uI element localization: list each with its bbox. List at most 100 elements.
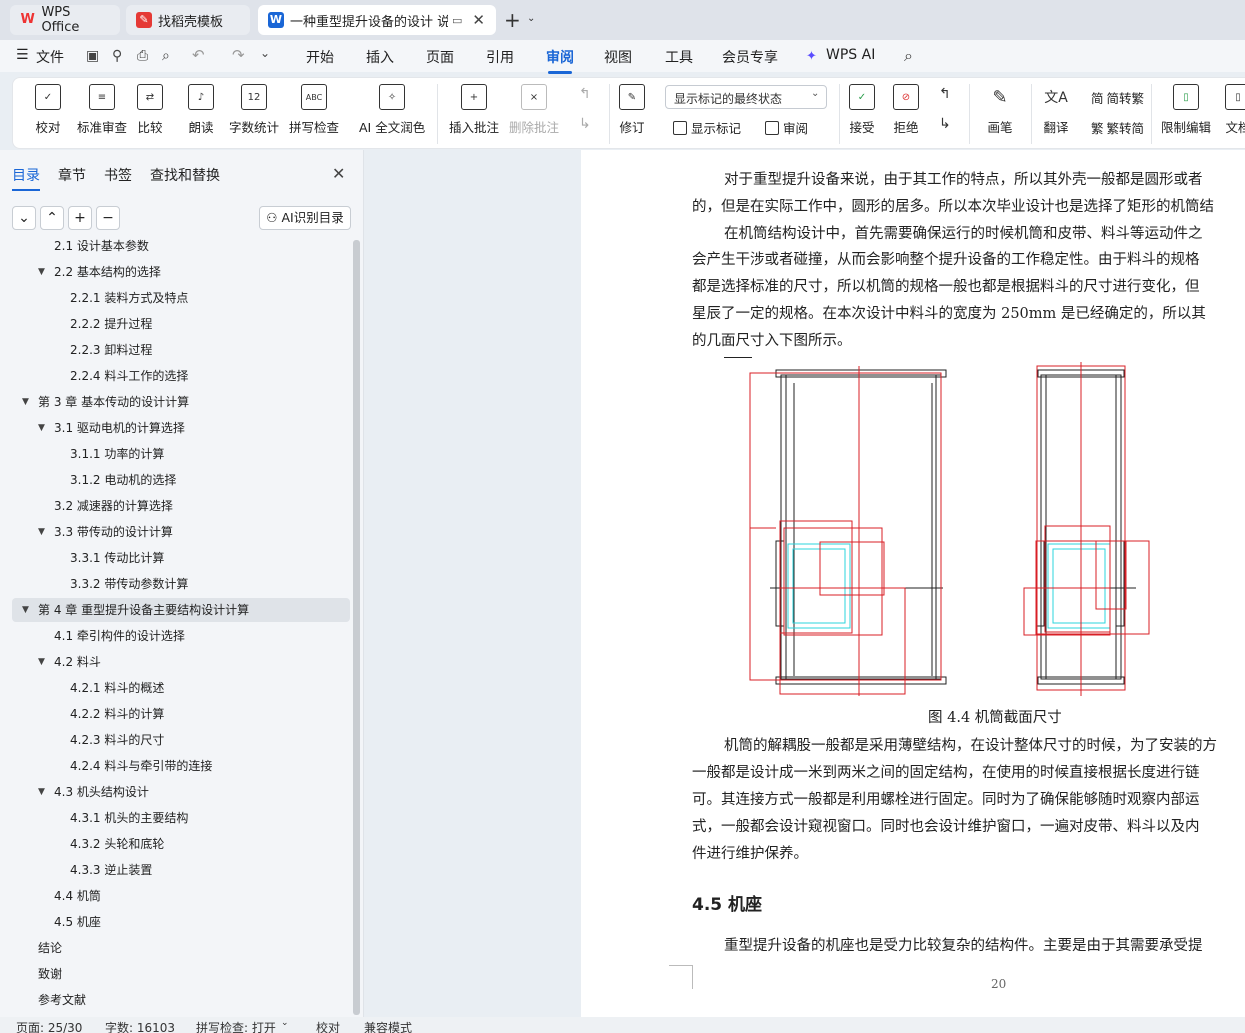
- toc-item[interactable]: 3.2 减速器的计算选择: [54, 494, 173, 518]
- show-markup-button[interactable]: 显示标记: [673, 118, 741, 137]
- track-changes-button[interactable]: ✎ 修订: [619, 84, 645, 136]
- spell-check-button[interactable]: ABC 拼写检查: [289, 84, 339, 136]
- toc-item[interactable]: 3.1.1 功率的计算: [70, 442, 164, 466]
- menu-view[interactable]: 视图: [604, 47, 632, 67]
- reject-button[interactable]: ⊘ 拒绝: [893, 84, 919, 136]
- word-count-button[interactable]: 12 字数统计: [229, 84, 279, 136]
- nav-tab-chapter[interactable]: 章节: [58, 165, 86, 185]
- toc-item[interactable]: 4.2 料斗: [54, 650, 101, 674]
- new-tab-button[interactable]: +: [504, 8, 521, 32]
- toc-item[interactable]: 4.5 机座: [54, 910, 101, 934]
- menu-home[interactable]: 开始: [306, 47, 334, 67]
- toc-item[interactable]: 4.1 牵引构件的设计选择: [54, 624, 185, 648]
- more-chevron-icon[interactable]: ⌄: [260, 46, 270, 60]
- to-traditional-button[interactable]: 简简转繁: [1091, 88, 1144, 107]
- toc-item[interactable]: 3.3 带传动的设计计算: [54, 520, 173, 544]
- hamburger-icon[interactable]: ☰: [16, 47, 29, 63]
- expand-triangle-icon[interactable]: ▼: [38, 416, 45, 440]
- nav-tab-bookmark[interactable]: 书签: [104, 165, 132, 185]
- expand-triangle-icon[interactable]: ▼: [38, 650, 45, 674]
- proofread-status[interactable]: 校对: [316, 1019, 340, 1033]
- search-icon[interactable]: ⌕: [904, 46, 913, 66]
- menu-wps-ai[interactable]: WPS AI: [826, 47, 875, 63]
- toc-item[interactable]: 4.2.3 料斗的尺寸: [70, 728, 164, 752]
- toc-item[interactable]: 参考文献: [38, 988, 86, 1012]
- standard-review-button[interactable]: ≡ 标准审查: [77, 84, 127, 136]
- delete-comment-button[interactable]: × 删除批注: [509, 84, 559, 136]
- expand-triangle-icon[interactable]: ▼: [22, 390, 29, 414]
- toc-item[interactable]: 3.1.2 电动机的选择: [70, 468, 176, 492]
- toc-item[interactable]: 致谢: [38, 962, 62, 986]
- toc-item[interactable]: 2.2 基本结构的选择: [54, 260, 161, 284]
- restrict-edit-button[interactable]: ▯ 限制编辑: [1161, 84, 1211, 136]
- save-icon[interactable]: ▣: [86, 48, 99, 64]
- add-heading-button[interactable]: +: [68, 206, 92, 230]
- expand-triangle-icon[interactable]: ▼: [38, 520, 45, 544]
- nav-tab-find-replace[interactable]: 查找和替换: [150, 165, 220, 185]
- insert-comment-button[interactable]: + 插入批注: [449, 84, 499, 136]
- redo-icon[interactable]: ↷: [232, 46, 245, 64]
- nav-tab-toc[interactable]: 目录: [12, 165, 40, 191]
- tab-document[interactable]: W 一种重型提升设备的设计 说明 ▭ ✕: [258, 5, 496, 35]
- document-page[interactable]: 对于重型提升设备来说，由于其工作的特点，所以其外壳一般都是圆形或者 的，但是在实…: [581, 150, 1245, 1017]
- prev-comment-icon[interactable]: ↰: [579, 86, 591, 102]
- toc-item[interactable]: 第 3 章 基本传动的设计计算: [38, 390, 189, 414]
- menu-member[interactable]: 会员专享: [722, 47, 778, 67]
- toc-item[interactable]: 3.3.2 带传动参数计算: [70, 572, 188, 596]
- spell-check-status[interactable]: 拼写检查: 打开: [196, 1019, 276, 1033]
- to-simplified-button[interactable]: 繁繁转简: [1091, 118, 1144, 137]
- toc-item[interactable]: 3.1 驱动电机的计算选择: [54, 416, 185, 440]
- tab-template[interactable]: ✎ 找稻壳模板: [126, 5, 250, 35]
- word-count-status[interactable]: 字数: 16103: [105, 1019, 175, 1033]
- collapse-all-button[interactable]: ⌄: [12, 206, 36, 230]
- toc-item[interactable]: 4.3.3 逆止装置: [70, 858, 152, 882]
- read-aloud-button[interactable]: ♪ 朗读: [188, 84, 214, 136]
- menu-file[interactable]: 文件: [36, 47, 64, 67]
- toc-item[interactable]: 2.2.2 提升过程: [70, 312, 152, 336]
- close-pane-icon[interactable]: ✕: [332, 164, 345, 183]
- menu-insert[interactable]: 插入: [366, 47, 394, 67]
- proofread-button[interactable]: ✓ 校对: [35, 84, 61, 136]
- prev-change-icon[interactable]: ↰: [939, 86, 951, 102]
- toc-item[interactable]: 4.3.1 机头的主要结构: [70, 806, 188, 830]
- toc-item[interactable]: 4.4 机筒: [54, 884, 101, 908]
- next-comment-icon[interactable]: ↳: [579, 116, 591, 132]
- menu-page[interactable]: 页面: [426, 47, 454, 67]
- ai-toc-button[interactable]: ⚇ AI识别目录: [259, 206, 351, 230]
- close-tab-icon[interactable]: ✕: [472, 11, 485, 29]
- print-icon[interactable]: ⎙: [137, 48, 148, 64]
- toc-item[interactable]: 结论: [38, 936, 62, 960]
- expand-triangle-icon[interactable]: ▼: [38, 260, 45, 284]
- toc-item[interactable]: 4.3 机头结构设计: [54, 780, 149, 804]
- menu-reference[interactable]: 引用: [486, 47, 514, 67]
- compare-button[interactable]: ⇄ 比较: [137, 84, 163, 136]
- next-change-icon[interactable]: ↳: [939, 116, 951, 132]
- toc-item[interactable]: 4.2.2 料斗的计算: [70, 702, 164, 726]
- tab-list-chevron-icon[interactable]: ⌄: [527, 13, 535, 24]
- share-icon[interactable]: ⚲: [112, 48, 122, 64]
- tab-wps-office[interactable]: W WPS Office: [10, 5, 120, 35]
- toc-item[interactable]: 3.3.1 传动比计算: [70, 546, 164, 570]
- menu-review[interactable]: 审阅: [546, 47, 574, 74]
- pen-button[interactable]: ✎ 画笔: [987, 84, 1013, 136]
- undo-icon[interactable]: ↶: [192, 46, 205, 64]
- remove-heading-button[interactable]: −: [96, 206, 120, 230]
- review-pane-button[interactable]: 审阅: [765, 118, 808, 137]
- toc-item[interactable]: 4.2.1 料斗的概述: [70, 676, 164, 700]
- accept-button[interactable]: ✓ 接受: [849, 84, 875, 136]
- expand-up-button[interactable]: ⌃: [40, 206, 64, 230]
- print-preview-icon[interactable]: ⌕: [162, 48, 170, 64]
- menu-tools[interactable]: 工具: [665, 47, 693, 67]
- toc-item[interactable]: 2.2.3 卸料过程: [70, 338, 152, 362]
- expand-triangle-icon[interactable]: ▼: [22, 598, 29, 622]
- display-mode-select[interactable]: 显示标记的最终状态: [665, 85, 827, 109]
- ai-polish-button[interactable]: ✧ AI 全文润色: [359, 84, 425, 136]
- monitor-icon[interactable]: ▭: [452, 14, 462, 27]
- toc-item[interactable]: 4.3.2 头轮和底轮: [70, 832, 164, 856]
- document-button[interactable]: ▯ 文档: [1225, 84, 1245, 136]
- toc-scrollbar[interactable]: [353, 240, 360, 1015]
- toc-item[interactable]: 2.1 设计基本参数: [54, 236, 149, 258]
- toc-item[interactable]: 第 4 章 重型提升设备主要结构设计计算: [38, 598, 249, 622]
- toc-item[interactable]: 2.2.1 装料方式及特点: [70, 286, 188, 310]
- toc-item[interactable]: 4.2.4 料斗与牵引带的连接: [70, 754, 212, 778]
